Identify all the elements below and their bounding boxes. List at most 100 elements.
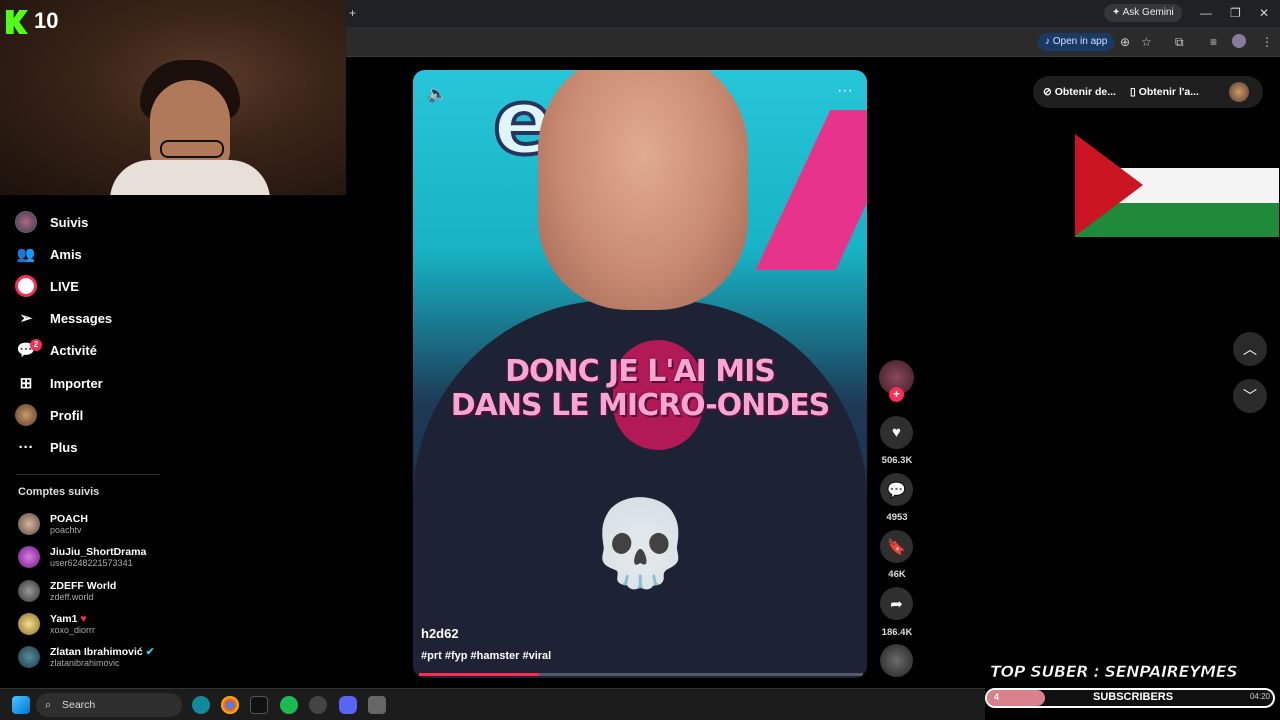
more-icon: ··· [18,438,34,456]
chrome-icon[interactable] [221,696,239,714]
followed-account[interactable]: Yam1 ♥ xoxo_diorrr [18,609,95,639]
video-player[interactable]: e e DONC JE L'AI MIS DANS LE MICRO-ONDES… [413,70,867,678]
comment-icon: 💬 [887,481,906,499]
account-username: xoxo_diorrr [50,624,96,635]
sidebar-item-friends[interactable]: 👥 Amis [14,240,82,268]
sidebar-item-label: Profil [50,407,84,423]
followed-account[interactable]: Zlatan Ibrahimović ✔ zlatanibrahimovic [18,642,155,672]
avatar [18,513,40,535]
video-progress-fill [419,673,539,676]
account-name: Zlatan Ibrahimović ✔ [50,646,155,658]
windows-taskbar: ⌕ Search [0,688,985,720]
presenter-head [538,70,748,310]
followed-account[interactable]: POACH poachtv [18,509,88,539]
kick-viewer-count: 10 [34,8,59,33]
previous-video-button[interactable]: ︿ [1233,332,1267,366]
volume-icon[interactable]: 🔈 [427,84,447,104]
minimize-button[interactable]: — [1200,6,1212,20]
video-progress-bar[interactable] [419,673,863,676]
caption-line-2: DANS LE MICRO-ONDES [450,388,831,423]
follow-button[interactable]: + [889,387,904,402]
chevron-down-icon: ﹀ [1243,388,1257,404]
search-placeholder: Search [62,699,96,711]
account-name: Yam1 ♥ [50,613,95,625]
get-coins-button[interactable]: ⊘ Obtenir de... [1043,86,1116,98]
heart-icon: ♥ [80,612,87,625]
live-icon [14,274,38,298]
like-button[interactable]: ♥ [880,416,913,449]
sidebar-item-label: Plus [50,439,78,455]
friends-icon: 👥 [16,246,36,263]
share-count: 186.4K [881,627,913,638]
discord-icon[interactable] [339,696,357,714]
zoom-icon[interactable]: ⊕ [1120,35,1130,49]
sidebar-item-activity[interactable]: 💬 Activité [14,336,97,364]
subscriber-count: 4 [994,692,1000,702]
account-username: poachtv [50,524,82,535]
get-app-label: Obtenir l'a... [1138,86,1199,98]
tiktok-icon[interactable] [250,696,268,714]
get-app-button[interactable]: ▯ Obtenir l'a... [1130,86,1199,98]
avatar [18,613,40,635]
sidebar-item-upload[interactable]: ⊞ Importer [14,369,103,397]
account-name: JiuJiu_ShortDrama [50,545,147,558]
share-button[interactable]: ➦ [880,587,913,620]
browser-toolbar: ♪ Open in app ⊕ ☆ ⧉ ≡ ⋮ [346,27,1280,57]
top-suber-banner: TOP SUBER : SENPAIREYMES [990,662,1238,682]
media-controls-icon[interactable]: ≡ [1210,35,1217,49]
upload-icon: ⊞ [19,375,33,392]
user-avatar[interactable] [1229,82,1249,102]
subscriber-label: SUBSCRIBERS [1093,691,1174,703]
verified-icon: ✔ [145,645,155,658]
followed-account[interactable]: JiuJiu_ShortDrama user6248221573341 [18,542,146,572]
close-window-button[interactable]: ✕ [1259,6,1269,20]
video-hashtags[interactable]: #prt #fyp #hamster #viral [421,650,551,662]
profile-avatar[interactable] [1232,34,1246,48]
video-author[interactable]: h2d62 [421,626,459,641]
obs-icon[interactable] [309,696,327,714]
sidebar-item-label: Messages [50,310,113,326]
taskbar-search[interactable]: ⌕ Search [36,693,182,717]
flag-triangle [1075,134,1143,236]
open-in-app-button[interactable]: ♪ Open in app [1038,33,1115,51]
windows-start-icon[interactable] [12,696,30,714]
streamer-shirt [110,160,270,195]
more-options-icon[interactable]: ··· [837,82,853,100]
new-tab-button[interactable]: + [349,6,356,20]
ask-gemini-label: Ask Gemini [1122,7,1174,18]
chrome-menu-icon[interactable]: ⋮ [1261,35,1273,49]
following-avatar-icon [14,210,38,234]
restore-button[interactable]: ❐ [1230,6,1241,20]
sidebar-item-label: Amis [50,246,82,262]
sidebar-item-label: Activité [50,342,97,358]
ask-gemini-button[interactable]: ✦ Ask Gemini [1104,4,1182,22]
avatar [18,580,40,602]
edge-icon[interactable] [192,696,210,714]
followed-account[interactable]: ZDEFF World zdeff.world [18,576,116,606]
search-icon: ⌕ [45,699,51,711]
spotify-icon[interactable] [280,696,298,714]
sidebar-item-messages[interactable]: ➢ Messages [14,304,112,332]
sidebar-item-more[interactable]: ··· Plus [14,433,78,461]
avatar [18,646,40,668]
sidebar-item-following[interactable]: Suivis [14,208,88,236]
sidebar-item-label: Suivis [50,214,89,230]
comment-count: 4953 [886,512,908,523]
bookmark-star-icon[interactable]: ☆ [1141,35,1152,49]
bookmark-icon: 🔖 [887,538,906,556]
save-count: 46K [888,569,906,580]
sidebar-item-profile[interactable]: Profil [14,401,83,429]
video-caption: DONC JE L'AI MIS DANS LE MICRO-ONDES [413,355,867,423]
account-name: ZDEFF World [50,579,117,592]
sound-disc[interactable] [880,644,913,677]
activity-badge: 2 [30,339,42,351]
settings-gear-icon[interactable] [368,696,386,714]
next-video-button[interactable]: ﹀ [1233,379,1267,413]
comment-button[interactable]: 💬 [880,473,913,506]
taskbar-clock: 04:20 [1249,692,1270,701]
extensions-icon[interactable]: ⧉ [1175,35,1184,49]
browser-tabstrip: + ✦ Ask Gemini — ❐ ✕ [346,0,1280,27]
save-button[interactable]: 🔖 [880,530,913,563]
sidebar-item-label: Importer [50,375,103,391]
sidebar-item-live[interactable]: LIVE [14,272,79,300]
